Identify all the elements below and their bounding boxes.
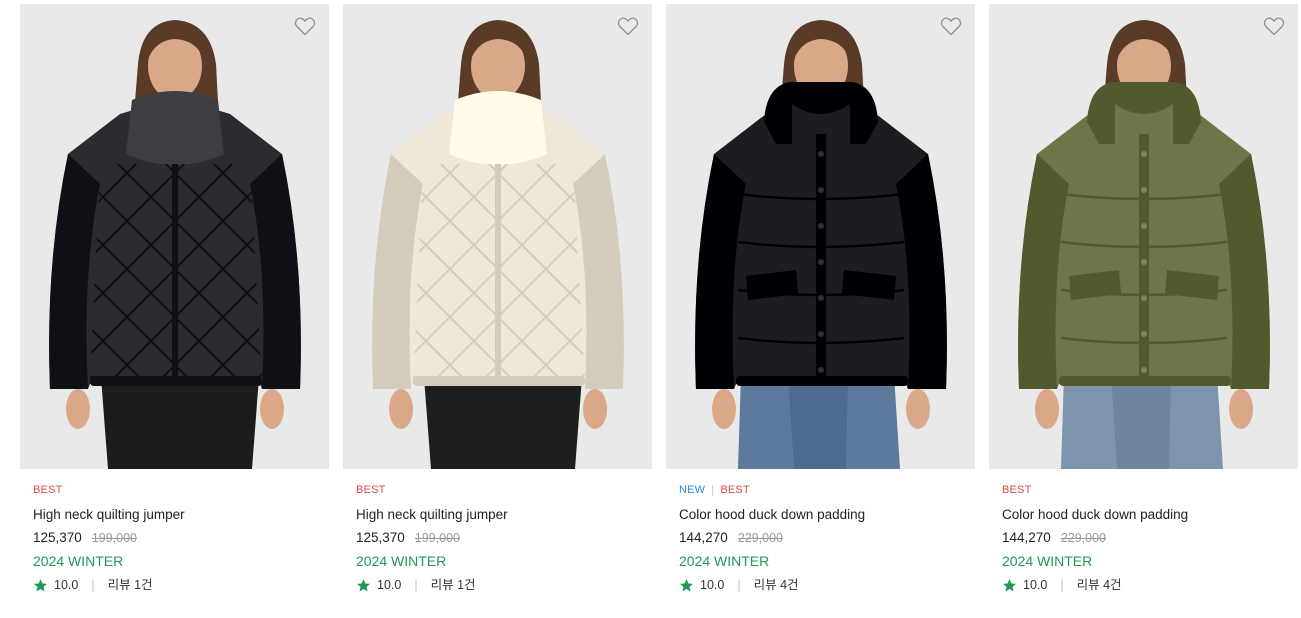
badge-row: BEST (33, 483, 329, 497)
product-photo[interactable] (343, 4, 652, 469)
price-row: 125,370 199,000 (356, 529, 652, 547)
rating-row: 10.0 | 리뷰 4건 (1002, 576, 1298, 594)
model-illustration (49, 20, 301, 469)
review-count[interactable]: 리뷰 1건 (108, 576, 153, 594)
price-row: 125,370 199,000 (33, 529, 329, 547)
rating-divider: | (737, 578, 741, 592)
product-card[interactable]: BEST High neck quilting jumper 125,370 19… (20, 4, 329, 604)
star-icon (680, 578, 693, 591)
product-card[interactable]: NEW | BEST Color hood duck down padding 14… (666, 4, 975, 604)
rating-divider: | (414, 578, 418, 592)
star-icon (34, 578, 47, 591)
review-count[interactable]: 리뷰 4건 (1077, 576, 1122, 594)
best-badge: BEST (720, 484, 750, 496)
badge-row: BEST (1002, 483, 1298, 497)
model-illustration (1018, 20, 1270, 469)
heart-outline-icon[interactable] (616, 14, 640, 38)
product-info: BEST Color hood duck down padding 144,27… (989, 483, 1298, 594)
price-row: 144,270 229,000 (679, 529, 975, 547)
sale-price: 144,270 (679, 530, 728, 545)
product-card[interactable]: BEST Color hood duck down padding 144,27… (989, 4, 1298, 604)
original-price: 199,000 (414, 531, 460, 545)
rating-divider: | (1060, 578, 1064, 592)
heart-outline-icon[interactable] (939, 14, 963, 38)
model-illustration (372, 20, 624, 469)
rating-row: 10.0 | 리뷰 1건 (33, 576, 329, 594)
badge-row: NEW | BEST (679, 483, 975, 497)
product-photo[interactable] (666, 4, 975, 469)
rating-value: 10.0 (54, 578, 79, 592)
original-price: 229,000 (737, 531, 783, 545)
badge-row: BEST (356, 483, 652, 497)
product-info: BEST High neck quilting jumper 125,370 19… (20, 483, 329, 594)
rating-divider: | (91, 578, 95, 592)
product-name[interactable]: High neck quilting jumper (33, 506, 329, 524)
product-info: BEST High neck quilting jumper 125,370 19… (343, 483, 652, 594)
best-badge: BEST (356, 484, 386, 496)
rating-value: 10.0 (377, 578, 402, 592)
rating-value: 10.0 (700, 578, 725, 592)
season-label: 2024 WINTER (679, 553, 770, 569)
original-price: 229,000 (1060, 531, 1106, 545)
sale-price: 144,270 (1002, 530, 1051, 545)
product-info: NEW | BEST Color hood duck down padding 14… (666, 483, 975, 594)
price-row: 144,270 229,000 (1002, 529, 1298, 547)
best-badge: BEST (33, 484, 63, 496)
star-icon (1003, 578, 1016, 591)
review-count[interactable]: 리뷰 4건 (754, 576, 799, 594)
product-name[interactable]: High neck quilting jumper (356, 506, 652, 524)
rating-value: 10.0 (1023, 578, 1048, 592)
heart-outline-icon[interactable] (293, 14, 317, 38)
product-grid: BEST High neck quilting jumper 125,370 19… (20, 4, 1298, 604)
model-illustration (695, 20, 947, 469)
star-icon (357, 578, 370, 591)
sale-price: 125,370 (33, 530, 82, 545)
season-label: 2024 WINTER (356, 553, 447, 569)
season-label: 2024 WINTER (1002, 553, 1093, 569)
rating-row: 10.0 | 리뷰 1건 (356, 576, 652, 594)
product-card[interactable]: BEST High neck quilting jumper 125,370 19… (343, 4, 652, 604)
badge-divider: | (711, 484, 715, 496)
heart-outline-icon[interactable] (1262, 14, 1286, 38)
season-label: 2024 WINTER (33, 553, 124, 569)
product-name[interactable]: Color hood duck down padding (679, 506, 975, 524)
sale-price: 125,370 (356, 530, 405, 545)
product-photo[interactable] (20, 4, 329, 469)
product-photo[interactable] (989, 4, 1298, 469)
product-name[interactable]: Color hood duck down padding (1002, 506, 1298, 524)
rating-row: 10.0 | 리뷰 4건 (679, 576, 975, 594)
new-badge: NEW (679, 484, 706, 496)
best-badge: BEST (1002, 484, 1032, 496)
review-count[interactable]: 리뷰 1건 (431, 576, 476, 594)
original-price: 199,000 (91, 531, 137, 545)
